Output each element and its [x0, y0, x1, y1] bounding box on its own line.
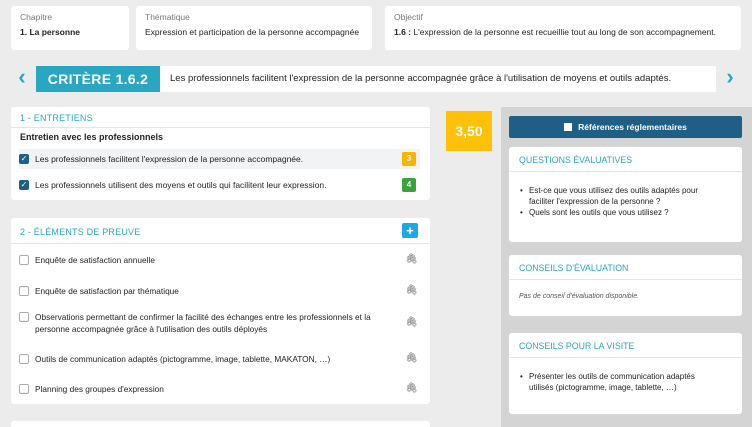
conseils-visite-title: CONSEILS POUR LA VISITE	[519, 341, 635, 351]
conseils-visite-divider	[509, 357, 742, 358]
score-badge[interactable]: 4	[402, 178, 416, 192]
preuves-title: 2 - ÉLÉMENTS DE PREUVE	[20, 227, 141, 237]
entretiens-card: 1 - ENTRETIENS Entretien avec les profes…	[11, 107, 430, 200]
checked-checkbox-icon[interactable]: ✓	[19, 154, 29, 164]
entretien-label: Les professionnels utilisent des moyens …	[35, 180, 327, 190]
entretiens-divider	[11, 127, 430, 128]
objectif-label: Objectif	[394, 12, 423, 22]
conseil-visite-item: Présenter les outils de communication ad…	[519, 371, 718, 393]
thematique-card: Thématique Expression et participation d…	[136, 6, 372, 50]
evidence-label: Observations permettant de confirmer la …	[35, 312, 371, 334]
conseils-visite-list: Présenter les outils de communication ad…	[519, 371, 718, 393]
next-criterion-arrow-icon[interactable]: ›	[722, 66, 738, 88]
entretien-row-1: ✓ Les professionnels facilitent l'expres…	[19, 149, 420, 169]
chapitre-card: Chapitre 1. La personne	[11, 6, 129, 50]
checkbox[interactable]	[19, 354, 29, 364]
score-badge[interactable]: 3	[402, 152, 416, 166]
conseils-evaluation-divider	[509, 279, 742, 280]
evidence-label: Enquête de satisfaction annuelle	[35, 255, 155, 265]
conseils-visite-card: CONSEILS POUR LA VISITE Présenter les ou…	[509, 333, 742, 414]
preuves-divider	[11, 243, 430, 244]
next-section-card	[11, 421, 430, 427]
references-label: Références réglementaires	[578, 122, 687, 132]
checkbox[interactable]	[19, 286, 29, 296]
checkbox[interactable]	[19, 384, 29, 394]
evidence-label: Enquête de satisfaction par thématique	[35, 286, 179, 296]
criterion-badge: CRITÈRE 1.6.2	[36, 66, 160, 92]
evidence-row-5: Planning des groupes d'expression 🖇	[19, 383, 418, 395]
entretien-label: Les professionnels facilitent l'expressi…	[35, 154, 304, 164]
questions-divider	[509, 171, 742, 172]
paperclip-icon[interactable]: 🖇	[405, 383, 418, 395]
thematique-label: Thématique	[145, 12, 190, 22]
total-score-badge: 3,50	[446, 111, 492, 151]
conseils-evaluation-note: Pas de conseil d'évaluation disponible.	[519, 293, 640, 300]
paperclip-icon[interactable]: 🖇	[405, 254, 418, 266]
thematique-value: Expression et participation de la person…	[145, 27, 360, 37]
questions-title: QUESTIONS ÉVALUATIVES	[519, 155, 633, 165]
evidence-row-1: Enquête de satisfaction annuelle 🖇	[19, 254, 418, 266]
question-item: Est-ce que vous utilisez des outils adap…	[519, 185, 722, 207]
conseils-evaluation-card: CONSEILS D'ÉVALUATION Pas de conseil d'é…	[509, 255, 742, 316]
references-button[interactable]: Références réglementaires	[509, 116, 742, 138]
evidence-row-2: Enquête de satisfaction par thématique 🖇	[19, 285, 418, 297]
document-icon	[564, 123, 573, 131]
evidence-label: Planning des groupes d'expression	[35, 384, 164, 394]
entretien-row-2: ✓ Les professionnels utilisent des moyen…	[19, 175, 420, 195]
entretiens-title: 1 - ENTRETIENS	[20, 113, 93, 123]
chapitre-value: 1. La personne	[20, 27, 80, 37]
paperclip-icon[interactable]: 🖇	[405, 285, 418, 297]
evidence-row-4: Outils de communication adaptés (pictogr…	[19, 353, 418, 365]
criterion-bar: CRITÈRE 1.6.2 Les professionnels facilit…	[36, 66, 716, 92]
previous-criterion-arrow-icon[interactable]: ‹	[14, 66, 30, 88]
preuves-card: 2 - ÉLÉMENTS DE PREUVE + Enquête de sati…	[11, 218, 430, 404]
checkbox[interactable]	[19, 255, 29, 265]
evidence-label: Outils de communication adaptés (pictogr…	[35, 354, 331, 364]
add-evidence-button[interactable]: +	[402, 223, 418, 238]
chapitre-label: Chapitre	[20, 12, 53, 22]
checkbox[interactable]	[19, 312, 29, 322]
question-item: Quels sont les outils que vous utilisez …	[519, 207, 722, 218]
criterion-text: Les professionnels facilitent l'expressi…	[170, 73, 672, 84]
conseils-evaluation-title: CONSEILS D'ÉVALUATION	[519, 263, 629, 273]
questions-card: QUESTIONS ÉVALUATIVES Est-ce que vous ut…	[509, 147, 742, 242]
paperclip-icon[interactable]: 🖇	[405, 353, 418, 365]
paperclip-icon[interactable]: 🖇	[405, 317, 418, 329]
checked-checkbox-icon[interactable]: ✓	[19, 180, 29, 190]
entretiens-subtitle: Entretien avec les professionnels	[20, 132, 164, 142]
evidence-row-3: Observations permettant de confirmer la …	[19, 311, 418, 335]
objectif-card: Objectif 1.6 : L'expression de la person…	[385, 6, 741, 50]
objectif-value: 1.6 : L'expression de la personne est re…	[394, 27, 716, 37]
questions-list: Est-ce que vous utilisez des outils adap…	[519, 185, 722, 218]
